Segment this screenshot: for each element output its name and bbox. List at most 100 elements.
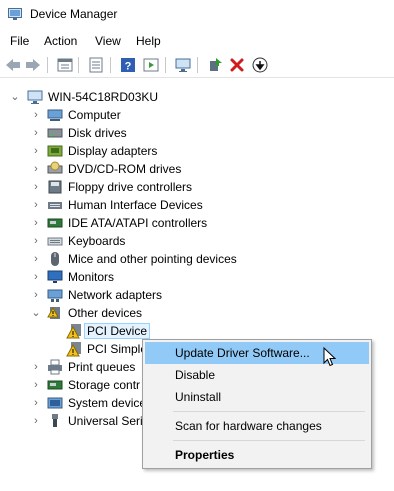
forward-icon[interactable] [24, 56, 42, 74]
computer-root-icon [27, 90, 43, 104]
tree-item-label: PCI Device [84, 323, 151, 339]
monitor-scan-icon[interactable] [174, 56, 192, 74]
menu-item-label: Update Driver Software... [175, 346, 310, 360]
tree-item-hid[interactable]: › Human Interface Devices [0, 196, 394, 214]
tree-item-label: Human Interface Devices [68, 198, 203, 212]
tree-root[interactable]: ⌄ WIN-54C18RD03KU [0, 88, 394, 106]
chevron-down-icon[interactable]: ⌄ [31, 307, 41, 319]
tree-item-disk-drives[interactable]: › Disk drives [0, 124, 394, 142]
tree-item-dvd-drives[interactable]: › DVD/CD-ROM drives [0, 160, 394, 178]
mouse-cursor-icon [323, 347, 337, 367]
toolbar-separator [165, 57, 166, 73]
enable-device-icon[interactable] [206, 56, 224, 74]
toolbar-separator [197, 57, 198, 73]
chevron-right-icon[interactable]: › [31, 181, 41, 193]
menu-item-label: Disable [175, 368, 216, 382]
tree-item-label: Monitors [68, 270, 115, 284]
chevron-right-icon[interactable]: › [31, 217, 41, 229]
tree-item-label: IDE ATA/ATAPI controllers [68, 216, 208, 230]
chevron-right-icon[interactable]: › [31, 361, 41, 373]
menu-item-uninstall[interactable]: Uninstall [145, 386, 369, 408]
chevron-right-icon[interactable]: › [31, 145, 41, 157]
tree-item-label: Computer [68, 108, 121, 122]
menu-view[interactable]: View [95, 34, 121, 48]
menu-item-disable[interactable]: Disable [145, 364, 369, 386]
tree-item-keyboards[interactable]: › Keyboards [0, 232, 394, 250]
chevron-right-icon[interactable]: › [31, 163, 41, 175]
context-menu: Update Driver Software... Disable Uninst… [142, 339, 372, 469]
menu-item-scan-hardware[interactable]: Scan for hardware changes [145, 415, 369, 437]
tree-root-label: WIN-54C18RD03KU [48, 90, 159, 104]
tree-item-pci-device[interactable]: PCI Device [0, 322, 394, 340]
menu-action[interactable]: Action [44, 34, 77, 48]
menu-separator [173, 440, 365, 441]
tree-item-label: System device [68, 396, 147, 410]
menu-item-label: Uninstall [175, 390, 222, 404]
menu-item-properties[interactable]: Properties [145, 444, 369, 466]
chevron-right-icon[interactable]: › [31, 289, 41, 301]
uninstall-icon[interactable] [228, 56, 246, 74]
tree-item-label: Universal Seria [68, 414, 150, 428]
chevron-right-icon[interactable]: › [31, 235, 41, 247]
device-manager-icon [8, 8, 22, 20]
tree-item-label: DVD/CD-ROM drives [68, 162, 182, 176]
other-devices-icon [47, 306, 60, 319]
ide-controller-icon [47, 218, 63, 228]
computer-icon [47, 109, 63, 121]
tree-item-label: Other devices [68, 306, 143, 320]
toolbar: ? [0, 53, 394, 78]
chevron-right-icon[interactable]: › [31, 271, 41, 283]
monitor-icon [47, 270, 63, 283]
back-icon[interactable] [4, 56, 22, 74]
chevron-right-icon[interactable]: › [31, 397, 41, 409]
warning-device-icon [66, 342, 81, 357]
tree-item-monitors[interactable]: › Monitors [0, 268, 394, 286]
keyboard-icon [47, 237, 63, 246]
printer-icon [48, 359, 62, 375]
chevron-right-icon[interactable]: › [31, 109, 41, 121]
menu-bar: File Action View Help [0, 30, 394, 52]
menu-separator [173, 411, 365, 412]
system-device-icon [47, 397, 63, 409]
usb-icon [52, 414, 58, 427]
menu-item-label: Properties [175, 448, 235, 462]
menu-help[interactable]: Help [136, 34, 161, 48]
tree-item-label: PCI Simple [87, 342, 148, 356]
tree-item-label: Mice and other pointing devices [68, 252, 237, 266]
floppy-controller-icon [48, 180, 62, 194]
title-bar: Device Manager [0, 0, 394, 30]
warning-device-icon [66, 324, 81, 339]
network-adapter-icon [47, 289, 63, 302]
update-driver-icon[interactable] [251, 56, 269, 74]
toolbar-separator [78, 57, 79, 73]
chevron-right-icon[interactable]: › [31, 127, 41, 139]
tree-item-label: Disk drives [68, 126, 127, 140]
toolbar-separator [110, 57, 111, 73]
chevron-down-icon[interactable]: ⌄ [10, 91, 20, 103]
list-view-icon[interactable] [87, 56, 105, 74]
tree-item-label: Network adapters [68, 288, 163, 302]
disk-drive-icon [47, 128, 63, 138]
tree-item-ide-controllers[interactable]: › IDE ATA/ATAPI controllers [0, 214, 394, 232]
tree-item-label: Storage contr [68, 378, 141, 392]
tree-item-label: Keyboards [68, 234, 126, 248]
chevron-right-icon[interactable]: › [31, 199, 41, 211]
chevron-right-icon[interactable]: › [31, 415, 41, 427]
storage-controller-icon [47, 380, 63, 390]
tree-item-computer[interactable]: › Computer [0, 106, 394, 124]
help-icon[interactable]: ? [119, 56, 137, 74]
tree-item-display-adapters[interactable]: › Display adapters [0, 142, 394, 160]
tree-item-mice[interactable]: › Mice and other pointing devices [0, 250, 394, 268]
chevron-right-icon[interactable]: › [31, 379, 41, 391]
mouse-icon [51, 252, 59, 266]
properties-view-icon[interactable] [56, 56, 74, 74]
display-adapter-icon [47, 145, 63, 157]
window-title: Device Manager [30, 7, 118, 21]
chevron-right-icon[interactable]: › [31, 253, 41, 265]
menu-file[interactable]: File [10, 34, 29, 48]
tree-item-label: Print queues [68, 360, 136, 374]
run-icon[interactable] [142, 56, 160, 74]
tree-item-floppy-controllers[interactable]: › Floppy drive controllers [0, 178, 394, 196]
tree-item-other-devices[interactable]: ⌄ Other devices [0, 304, 394, 322]
tree-item-network-adapters[interactable]: › Network adapters [0, 286, 394, 304]
